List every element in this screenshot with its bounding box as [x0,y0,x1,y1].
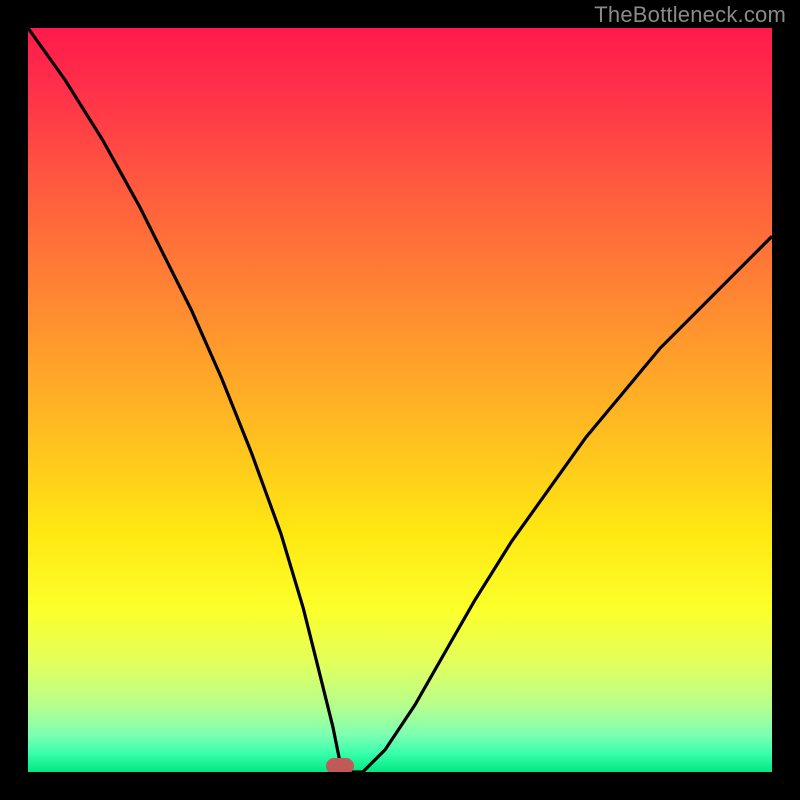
plot-area [28,28,772,772]
chart-frame: TheBottleneck.com [0,0,800,800]
optimum-marker [326,758,354,772]
bottleneck-curve [28,28,772,772]
watermark-text: TheBottleneck.com [594,2,786,28]
curve-path [28,28,772,772]
